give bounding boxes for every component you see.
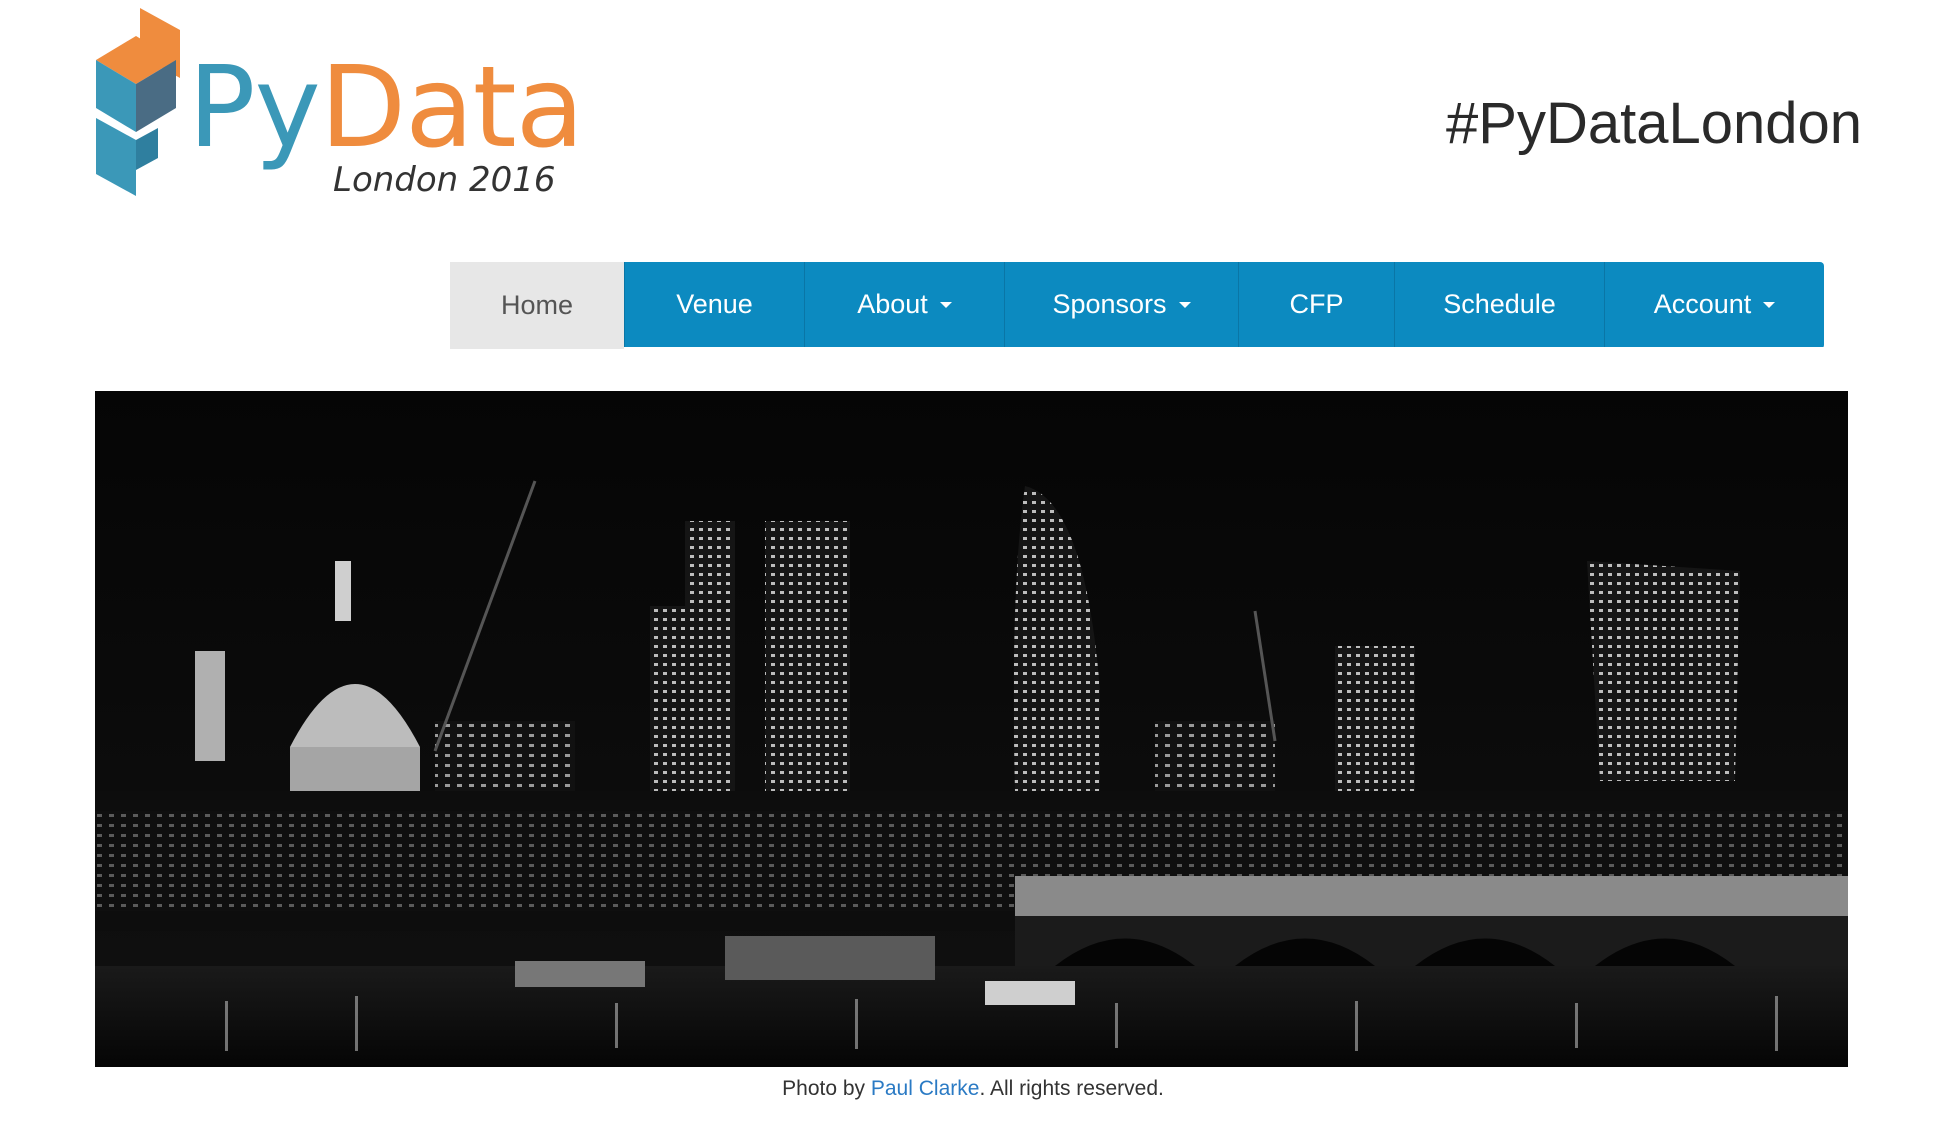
hashtag: #PyDataLondon (1446, 91, 1862, 156)
nav-cfp[interactable]: CFP (1238, 262, 1394, 347)
nav-schedule[interactable]: Schedule (1394, 262, 1604, 347)
logo-subtitle: London 2016 (333, 160, 556, 200)
nav-about-label: About (857, 289, 928, 319)
site-logo[interactable]: PyData London 2016 (88, 8, 584, 208)
logo-data: Data (319, 43, 584, 173)
chevron-down-icon (1763, 301, 1776, 308)
photo-caption: Photo by Paul Clarke. All rights reserve… (0, 1077, 1946, 1101)
photographer-link[interactable]: Paul Clarke (871, 1077, 980, 1100)
nav-about[interactable]: About (804, 262, 1004, 347)
nav-home[interactable]: Home (450, 262, 624, 349)
caption-prefix: Photo by (782, 1077, 871, 1100)
logo-py: Py (188, 43, 321, 173)
nav-home-label: Home (500, 290, 574, 320)
caption-suffix: . All rights reserved. (979, 1077, 1164, 1100)
nav-sponsors[interactable]: Sponsors (1004, 262, 1238, 347)
logo-wordmark: PyData (188, 52, 584, 164)
hero-image (95, 391, 1848, 1067)
nav-venue-label: Venue (676, 289, 753, 319)
nav-cfp-label: CFP (1289, 289, 1344, 319)
nav-account[interactable]: Account (1604, 262, 1824, 347)
chevron-down-icon (939, 301, 952, 308)
london-skyline-icon (95, 391, 1848, 1067)
cube-logo-icon (96, 8, 180, 196)
main-nav: Home Venue About Sponsors CFP Schedule A… (450, 262, 1824, 349)
nav-schedule-label: Schedule (1443, 289, 1556, 319)
nav-sponsors-label: Sponsors (1052, 289, 1167, 319)
nav-account-label: Account (1653, 289, 1752, 319)
nav-venue[interactable]: Venue (624, 262, 804, 347)
chevron-down-icon (1178, 301, 1191, 308)
